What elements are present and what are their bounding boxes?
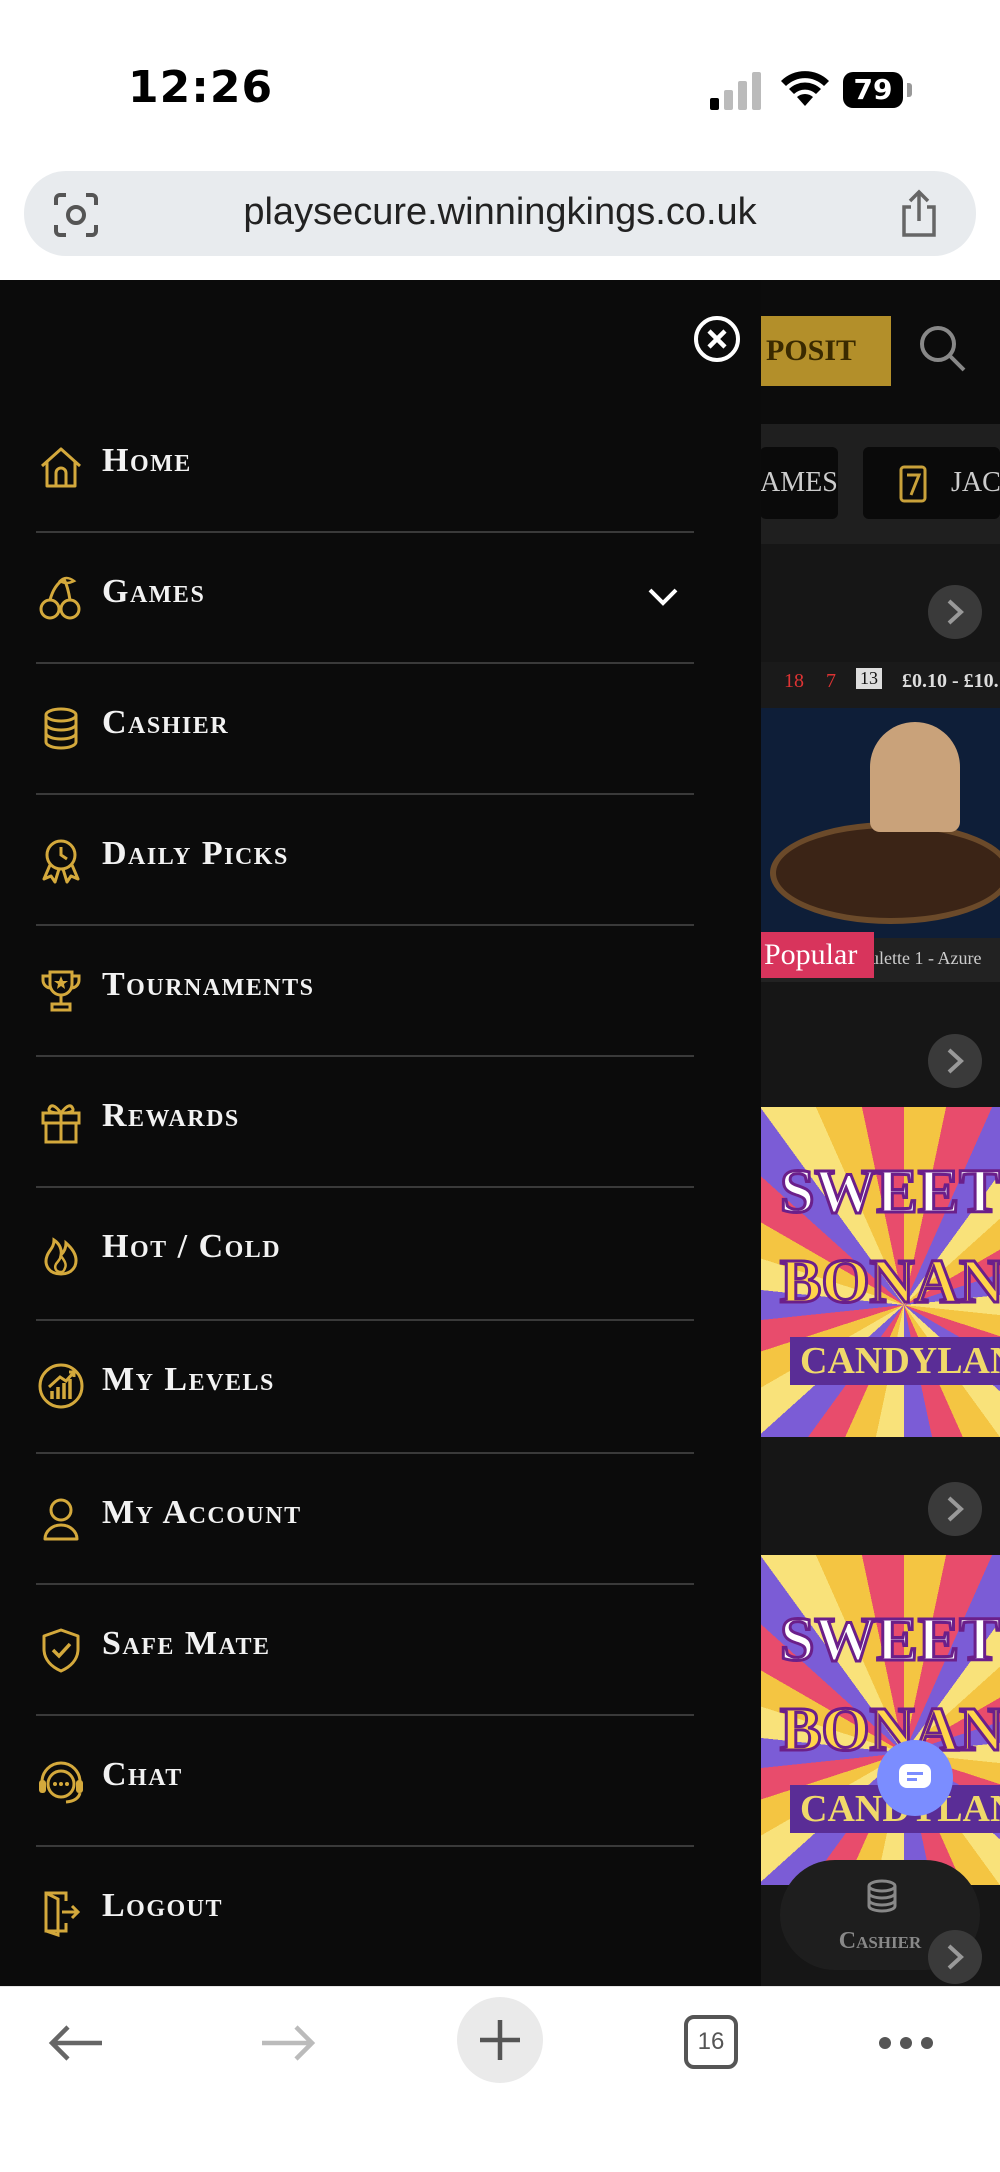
close-icon[interactable] [692,314,742,364]
carousel-next-button-3[interactable] [928,1482,982,1536]
roulette-info-bar: 18 7 13 £0.10 - £10. [760,662,1000,708]
status-bar: 12:26 79 [0,0,1000,165]
slot-title-line2: BONANZ [778,1247,1000,1318]
slot-seven-icon [899,465,927,503]
menu-item-my-account[interactable]: My Account [36,1454,694,1585]
forward-arrow-icon[interactable] [258,2023,318,2063]
tab-jackpots[interactable]: JACK [863,447,1000,519]
roulette-number-1: 18 [784,670,804,692]
menu-item-daily-picks[interactable]: Daily Picks [36,795,694,926]
menu-item-chat[interactable]: Chat [36,1716,694,1847]
search-icon[interactable] [916,322,968,374]
battery-cap [907,83,912,97]
share-icon[interactable] [896,189,942,239]
user-icon [43,1498,79,1541]
coins-icon [867,1879,897,1913]
chevron-right-icon [947,1048,964,1074]
menu-label-logout: Logout [102,1887,224,1924]
home-icon [40,447,82,488]
menu-item-my-levels[interactable]: My Levels [36,1321,694,1454]
headset-chat-icon [39,1761,83,1804]
popular-badge: Popular [760,932,874,978]
url-text[interactable]: playsecure.winningkings.co.uk [24,191,976,234]
slot-title-line1: SWEET [779,1605,1000,1676]
logout-icon [44,1891,81,1937]
address-bar[interactable]: playsecure.winningkings.co.uk [24,171,976,256]
game-title-roulette: ulette 1 - Azure [870,948,982,968]
flame-icon [44,1237,78,1276]
coins-icon [44,707,78,750]
carousel-next-button-2[interactable] [928,1034,982,1088]
menu-item-rewards[interactable]: Rewards [36,1057,694,1188]
new-tab-button[interactable] [457,1997,543,2083]
status-time: 12:26 [128,62,274,113]
menu-label-my-levels: My Levels [102,1361,275,1398]
dealer-figure [870,722,960,832]
menu-item-safe-mate[interactable]: Safe Mate [36,1585,694,1716]
tab-games[interactable]: AMES [760,447,838,519]
menu-item-hot-cold[interactable]: Hot / Cold [36,1188,694,1321]
menu-label-rewards: Rewards [102,1097,240,1134]
back-arrow-icon[interactable] [46,2023,106,2063]
chat-bubble-button[interactable] [877,1740,953,1816]
deposit-button[interactable]: POSIT [760,316,891,386]
tab-games-label: AMES [760,467,838,498]
gift-icon [41,1104,81,1144]
chevron-right-icon [947,1496,964,1522]
battery-level: 79 [843,72,903,108]
menu-label-games: Games [102,573,206,610]
side-drawer: Home Games Cashier Daily Picks Tournamen… [0,280,761,1986]
shield-check-icon [42,1628,80,1673]
plus-icon [480,2020,520,2060]
chevron-right-icon [947,599,964,625]
menu-label-hot-cold: Hot / Cold [102,1228,282,1265]
more-icon[interactable] [878,2035,934,2051]
game-tile-sweet-bonanza-2[interactable]: SWEET BONANZ CANDYLAN [760,1555,1000,1885]
menu-label-safe-mate: Safe Mate [102,1625,271,1662]
wifi-icon [781,71,829,106]
chat-icon [899,1764,931,1788]
chevron-right-icon [947,1944,964,1970]
game-tile-sweet-bonanza-1[interactable]: SWEET BONANZ CANDYLAN [760,1107,1000,1437]
menu-item-home[interactable]: Home [36,402,694,533]
menu-label-tournaments: Tournaments [102,966,315,1003]
stake-range: £0.10 - £10. [902,670,999,692]
menu-item-games[interactable]: Games [36,533,694,664]
menu-label-cashier: Cashier [102,704,230,741]
carousel-next-button-1[interactable] [928,585,982,639]
carousel-next-button-4[interactable] [928,1930,982,1984]
badge-clock-icon [42,839,80,884]
roulette-number-3: 13 [856,668,882,689]
chevron-down-icon[interactable] [646,585,680,609]
menu-label-my-account: My Account [102,1494,302,1531]
roulette-number-2: 7 [826,670,836,692]
menu-item-cashier[interactable]: Cashier [36,664,694,795]
menu-label-home: Home [102,442,192,479]
menu-item-logout[interactable]: Logout [36,1847,694,1978]
levels-chart-icon [38,1363,84,1409]
roulette-wheel [770,822,1000,924]
cellular-signal-icon [710,72,761,110]
trophy-icon [41,970,81,1012]
menu-label-chat: Chat [102,1756,183,1793]
tabs-button[interactable]: 16 [684,2015,738,2069]
browser-toolbar: 16 [0,1986,1000,2172]
tab-jackpots-label: JACK [951,467,1000,498]
cherries-icon [39,576,81,620]
menu-item-tournaments[interactable]: Tournaments [36,926,694,1057]
menu-label-daily-picks: Daily Picks [102,835,289,872]
slot-subtitle: CANDYLAN [790,1337,1000,1385]
slot-title-line1: SWEET [779,1157,1000,1228]
